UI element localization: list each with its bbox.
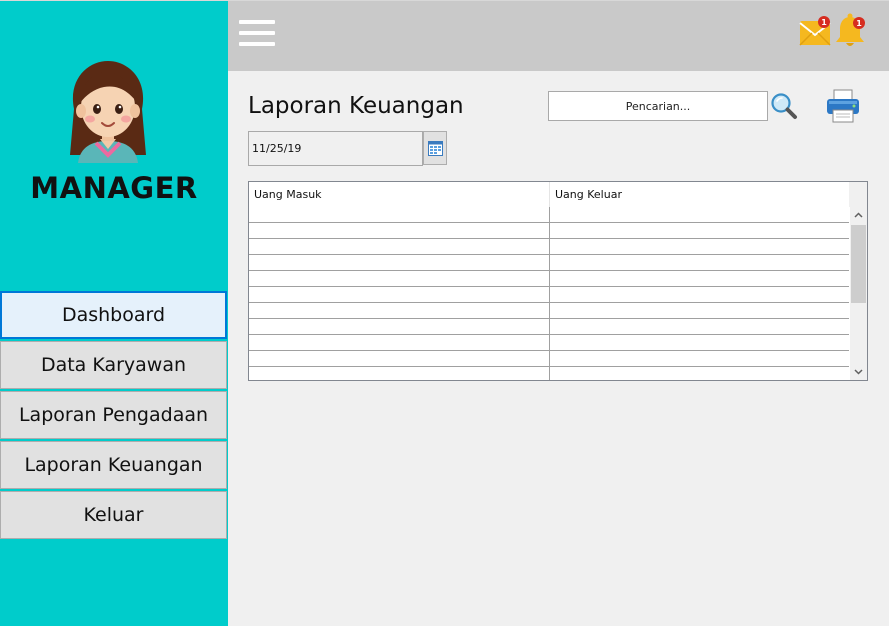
table-row[interactable] xyxy=(249,287,849,303)
printer-icon[interactable] xyxy=(825,88,861,124)
sidebar-item-label: Laporan Pengadaan xyxy=(18,404,209,426)
scroll-corner xyxy=(849,182,867,207)
app-window: MANAGER Dashboard Data Karyawan Laporan … xyxy=(0,0,889,626)
table-cell[interactable] xyxy=(550,223,849,238)
top-bar: 1 1 xyxy=(228,1,889,71)
table-row[interactable] xyxy=(249,223,849,239)
table-row[interactable] xyxy=(249,255,849,271)
table-cell[interactable] xyxy=(249,271,550,286)
table-row[interactable] xyxy=(249,351,849,367)
table-cell[interactable] xyxy=(550,239,849,254)
table-cell[interactable] xyxy=(249,303,550,318)
table-cell[interactable] xyxy=(249,223,550,238)
table-cell[interactable] xyxy=(249,319,550,334)
scrollbar-thumb[interactable] xyxy=(851,225,866,303)
date-picker-button[interactable] xyxy=(423,131,447,165)
table-cell[interactable] xyxy=(249,255,550,270)
scroll-down-arrow-icon[interactable] xyxy=(850,363,867,380)
bell-badge: 1 xyxy=(856,19,862,28)
table-cell[interactable] xyxy=(249,287,550,302)
search-icon[interactable] xyxy=(770,92,798,120)
table-cell[interactable] xyxy=(550,367,849,380)
sidebar-item-label: Data Karyawan xyxy=(40,354,187,376)
table-cell[interactable] xyxy=(249,239,550,254)
sidebar-item-data-karyawan[interactable]: Data Karyawan xyxy=(0,341,227,389)
role-title: MANAGER xyxy=(30,171,198,205)
vertical-scrollbar[interactable] xyxy=(850,207,867,380)
table-cell[interactable] xyxy=(249,207,550,222)
page-title: Laporan Keuangan xyxy=(248,93,464,119)
date-field[interactable] xyxy=(248,131,423,166)
table-body xyxy=(249,207,849,380)
sidebar-item-laporan-pengadaan[interactable]: Laporan Pengadaan xyxy=(0,391,227,439)
table-cell[interactable] xyxy=(249,351,550,366)
finance-table[interactable]: Uang Masuk Uang Keluar xyxy=(248,181,868,381)
table-row[interactable] xyxy=(249,367,849,380)
table-cell[interactable] xyxy=(249,335,550,350)
sidebar-item-laporan-keuangan[interactable]: Laporan Keuangan xyxy=(0,441,227,489)
sidebar-menu: Dashboard Data Karyawan Laporan Pengadaa… xyxy=(0,291,228,541)
table-row[interactable] xyxy=(249,207,849,223)
sidebar: MANAGER Dashboard Data Karyawan Laporan … xyxy=(0,1,228,626)
table-cell[interactable] xyxy=(550,319,849,334)
table-cell[interactable] xyxy=(550,335,849,350)
sidebar-item-label: Laporan Keuangan xyxy=(24,454,203,476)
table-row[interactable] xyxy=(249,319,849,335)
search-input[interactable] xyxy=(548,91,768,121)
sidebar-item-keluar[interactable]: Keluar xyxy=(0,491,227,539)
mail-badge: 1 xyxy=(821,18,827,27)
table-cell[interactable] xyxy=(249,367,550,380)
table-row[interactable] xyxy=(249,271,849,287)
table-header: Uang Masuk Uang Keluar xyxy=(249,182,849,207)
table-cell[interactable] xyxy=(550,255,849,270)
table-cell[interactable] xyxy=(550,287,849,302)
table-row[interactable] xyxy=(249,335,849,351)
sidebar-item-label: Dashboard xyxy=(61,304,166,326)
sidebar-item-dashboard[interactable]: Dashboard xyxy=(0,291,227,339)
calendar-icon xyxy=(428,141,443,156)
female-user-avatar xyxy=(70,61,146,163)
table-row[interactable] xyxy=(249,303,849,319)
column-header-uang-keluar[interactable]: Uang Keluar xyxy=(550,182,849,207)
table-cell[interactable] xyxy=(550,271,849,286)
mail-icon[interactable]: 1 xyxy=(799,14,833,48)
column-header-uang-masuk[interactable]: Uang Masuk xyxy=(249,182,550,207)
scroll-up-arrow-icon[interactable] xyxy=(850,207,867,224)
bell-icon[interactable]: 1 xyxy=(834,13,868,49)
sidebar-item-label: Keluar xyxy=(83,504,144,526)
table-cell[interactable] xyxy=(550,351,849,366)
table-row[interactable] xyxy=(249,239,849,255)
table-cell[interactable] xyxy=(550,207,849,222)
table-cell[interactable] xyxy=(550,303,849,318)
hamburger-icon[interactable] xyxy=(239,20,275,48)
